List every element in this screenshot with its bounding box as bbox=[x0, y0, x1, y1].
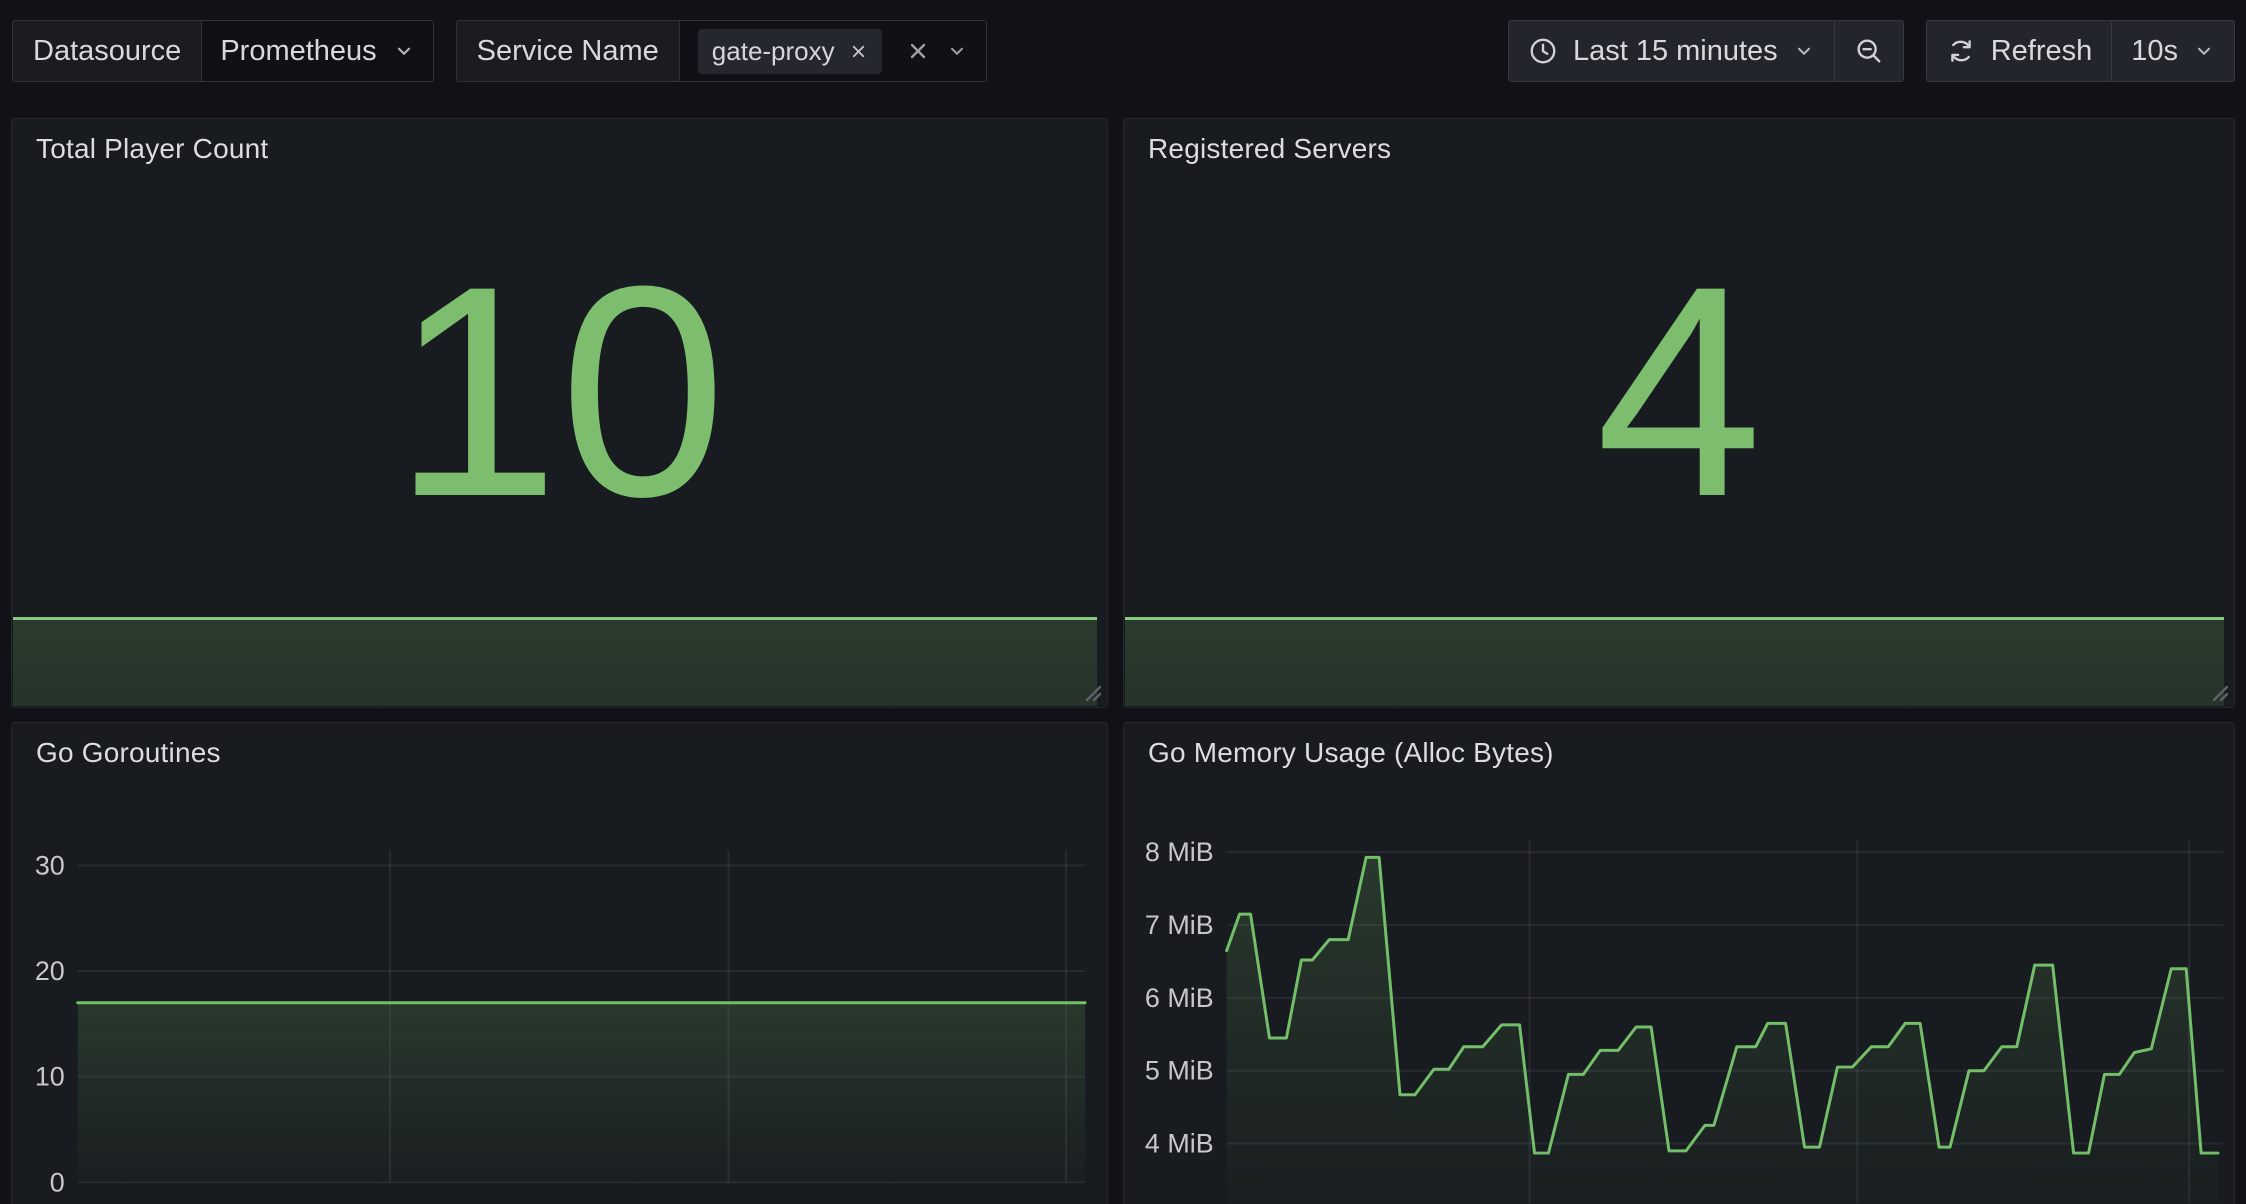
service-name-variable: Service Name gate-proxy bbox=[456, 20, 987, 82]
refresh-button[interactable]: Refresh bbox=[1927, 21, 2112, 81]
time-picker-group: Last 15 minutes bbox=[1508, 20, 1904, 82]
datasource-variable: Datasource Prometheus bbox=[12, 20, 434, 82]
service-name-label: Service Name bbox=[457, 21, 680, 81]
refresh-group: Refresh 10s bbox=[1926, 20, 2235, 82]
panel-resize-handle[interactable] bbox=[2208, 681, 2230, 703]
svg-text:30: 30 bbox=[35, 850, 65, 880]
refresh-icon bbox=[1946, 36, 1976, 66]
stat-value: 10 bbox=[393, 241, 727, 541]
clear-selection-icon[interactable] bbox=[906, 39, 930, 63]
tag-remove-icon[interactable] bbox=[849, 42, 868, 61]
refresh-interval-value: 10s bbox=[2131, 35, 2178, 68]
memory-line-chart: 4 MiB 5 MiB 6 MiB 7 MiB 8 MiB bbox=[1124, 723, 2234, 1204]
variable-controls: Datasource Prometheus Service Name gate-… bbox=[12, 20, 987, 82]
datasource-label: Datasource bbox=[13, 21, 202, 81]
time-controls: Last 15 minutes bbox=[1508, 20, 2235, 82]
service-name-picker[interactable]: gate-proxy bbox=[680, 21, 986, 81]
svg-text:20: 20 bbox=[35, 956, 65, 986]
svg-text:10: 10 bbox=[35, 1062, 65, 1092]
datasource-value: Prometheus bbox=[220, 35, 376, 68]
zoom-out-button[interactable] bbox=[1834, 21, 1903, 81]
chevron-down-icon bbox=[1793, 40, 1815, 62]
stat-value-wrap: 4 bbox=[1124, 169, 2234, 612]
svg-text:6 MiB: 6 MiB bbox=[1145, 983, 1214, 1013]
svg-text:7 MiB: 7 MiB bbox=[1145, 910, 1214, 940]
stat-sparkline bbox=[13, 617, 1097, 706]
chevron-down-icon bbox=[2193, 40, 2215, 62]
panel-title[interactable]: Registered Servers bbox=[1148, 133, 1391, 165]
datasource-picker[interactable]: Prometheus bbox=[202, 21, 432, 81]
panel-go-memory: Go Memory Usage (Alloc Bytes) 4 MiB5 MiB… bbox=[1123, 722, 2235, 1204]
panel-registered-servers: Registered Servers 4 bbox=[1123, 118, 2235, 708]
stat-value-wrap: 10 bbox=[12, 169, 1107, 612]
svg-text:8 MiB: 8 MiB bbox=[1145, 837, 1214, 867]
zoom-out-icon bbox=[1854, 36, 1884, 66]
refresh-interval-picker[interactable]: 10s bbox=[2111, 21, 2234, 81]
refresh-label: Refresh bbox=[1991, 35, 2093, 68]
goroutines-line-chart: 0 10 20 30 bbox=[12, 723, 1107, 1204]
stat-value: 4 bbox=[1596, 241, 1763, 541]
selected-service-tag[interactable]: gate-proxy bbox=[698, 29, 882, 74]
panel-resize-handle[interactable] bbox=[1081, 681, 1103, 703]
dashboard-toolbar: Datasource Prometheus Service Name gate-… bbox=[0, 0, 2246, 82]
panel-total-player-count: Total Player Count 10 bbox=[11, 118, 1108, 708]
chevron-down-icon[interactable] bbox=[946, 40, 968, 62]
svg-text:4 MiB: 4 MiB bbox=[1145, 1129, 1214, 1159]
panel-go-goroutines: Go Goroutines 0102030 bbox=[11, 722, 1108, 1204]
chevron-down-icon bbox=[393, 40, 415, 62]
stat-sparkline bbox=[1125, 617, 2224, 706]
panel-title[interactable]: Total Player Count bbox=[36, 133, 268, 165]
svg-text:0: 0 bbox=[50, 1167, 65, 1197]
time-range-label: Last 15 minutes bbox=[1573, 35, 1778, 68]
clock-icon bbox=[1528, 36, 1558, 66]
selected-service-tag-label: gate-proxy bbox=[712, 36, 835, 67]
time-range-picker[interactable]: Last 15 minutes bbox=[1509, 21, 1834, 81]
svg-text:5 MiB: 5 MiB bbox=[1145, 1056, 1214, 1086]
